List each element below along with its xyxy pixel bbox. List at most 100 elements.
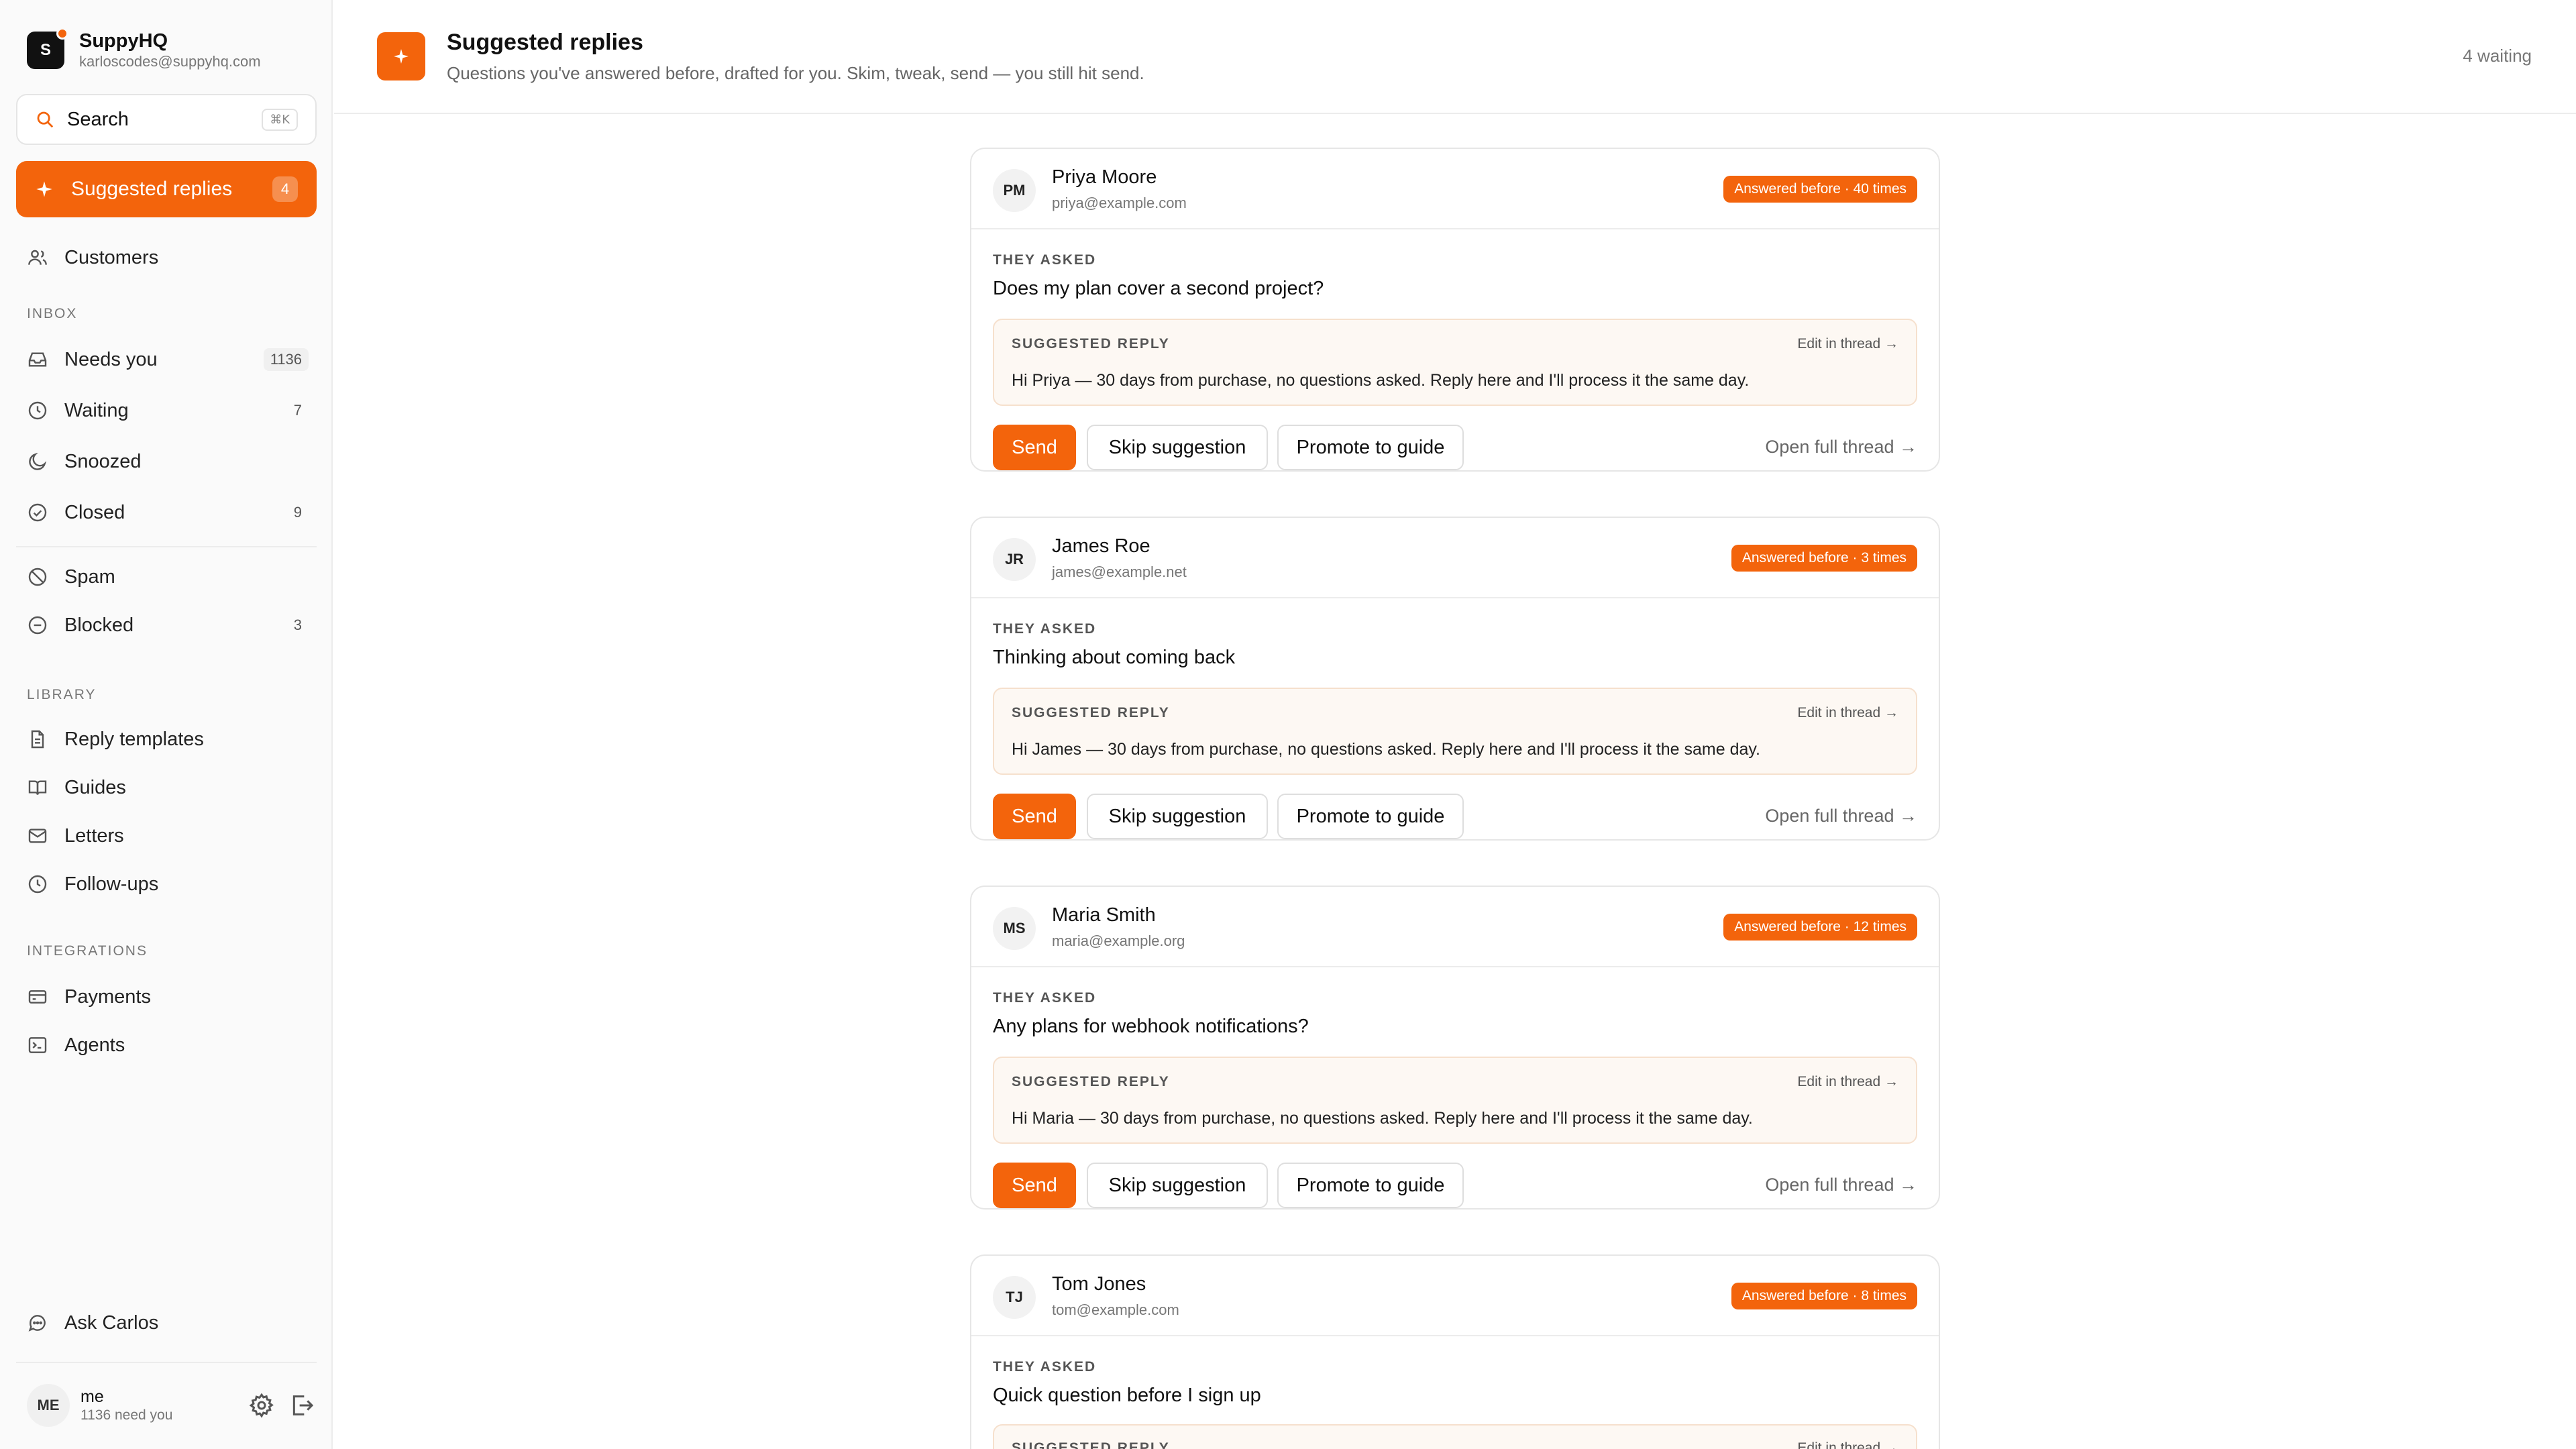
sidebar-item-waiting[interactable]: Waiting 7 xyxy=(27,393,309,428)
question-text: Quick question before I sign up xyxy=(993,1385,1261,1406)
search-shortcut: ⌘K xyxy=(262,108,298,131)
they-asked-label: THEY ASKED xyxy=(993,621,1097,637)
sidebar-item-label: Snoozed xyxy=(64,450,142,472)
skip-suggestion-button[interactable]: Skip suggestion xyxy=(1087,1163,1268,1208)
section-library: LIBRARY xyxy=(27,687,97,702)
customer-name: Maria Smith xyxy=(1052,904,1156,926)
promote-to-guide-button[interactable]: Promote to guide xyxy=(1277,1163,1464,1208)
gear-icon[interactable] xyxy=(248,1392,275,1419)
waiting-count: 4 waiting xyxy=(2463,46,2532,66)
open-full-thread-link[interactable]: Open full thread → xyxy=(1765,437,1917,458)
minus-circle-icon xyxy=(28,616,47,635)
users-icon xyxy=(28,250,47,265)
avatar[interactable]: ME xyxy=(27,1384,70,1427)
page-subtitle: Questions you've answered before, drafte… xyxy=(447,63,1144,83)
sidebar-item-count: 4 xyxy=(272,176,298,202)
section-inbox: INBOX xyxy=(27,306,78,321)
reply-text: Hi James — 30 days from purchase, no que… xyxy=(1012,740,1760,759)
document-icon xyxy=(31,730,44,749)
suggested-reply-box: SUGGESTED REPLY Edit in thread → Hi Priy… xyxy=(993,319,1917,406)
question-text: Any plans for webhook notifications? xyxy=(993,1016,1309,1037)
sidebar-item-customers[interactable]: Customers xyxy=(27,240,309,275)
sidebar-item-letters[interactable]: Letters xyxy=(27,818,309,853)
customer-email: tom@example.com xyxy=(1052,1301,1179,1318)
suggestion-card: MS Maria Smith maria@example.org Answere… xyxy=(970,885,1940,1210)
sidebar-item-label: Closed xyxy=(64,501,125,523)
they-asked-label: THEY ASKED xyxy=(993,1359,1097,1375)
section-integrations: INTEGRATIONS xyxy=(27,943,148,959)
they-asked-label: THEY ASKED xyxy=(993,990,1097,1006)
logout-icon[interactable] xyxy=(288,1392,315,1419)
sparkle-icon xyxy=(36,181,52,197)
suggestion-card: JR James Roe james@example.net Answered … xyxy=(970,517,1940,841)
sidebar-item-reply-templates[interactable]: Reply templates xyxy=(27,722,309,757)
avatar: TJ xyxy=(993,1276,1036,1319)
sparkle-icon xyxy=(394,49,409,64)
send-button[interactable]: Send xyxy=(993,794,1076,839)
promote-to-guide-button[interactable]: Promote to guide xyxy=(1277,794,1464,839)
page-title: Suggested replies xyxy=(447,30,643,55)
sidebar-item-needs-you[interactable]: Needs you 1136 xyxy=(27,342,309,377)
brand[interactable]: S SuppyHQ karloscodes@suppyhq.com xyxy=(27,28,261,71)
sidebar-item-label: Payments xyxy=(64,985,151,1008)
they-asked-label: THEY ASKED xyxy=(993,252,1097,268)
mail-icon xyxy=(28,828,47,843)
brand-name: SuppyHQ xyxy=(79,30,168,52)
skip-suggestion-button[interactable]: Skip suggestion xyxy=(1087,425,1268,470)
sidebar-item-spam[interactable]: Spam xyxy=(27,559,309,594)
customer-name: Tom Jones xyxy=(1052,1273,1146,1295)
customer-email: maria@example.org xyxy=(1052,932,1185,949)
edit-in-thread-link[interactable]: Edit in thread → xyxy=(1797,336,1898,352)
sidebar-item-guides[interactable]: Guides xyxy=(27,770,309,805)
sidebar-item-count: 1136 xyxy=(263,348,309,371)
sidebar-item-suggested-replies[interactable]: Suggested replies 4 xyxy=(16,161,317,217)
suggested-reply-box: SUGGESTED REPLY Edit in thread → Hi Mari… xyxy=(993,1057,1917,1144)
question-text: Thinking about coming back xyxy=(993,647,1236,668)
suggested-reply-label: SUGGESTED REPLY xyxy=(1012,336,1170,352)
sidebar-item-snoozed[interactable]: Snoozed xyxy=(27,444,309,479)
sidebar-item-label: Customers xyxy=(64,246,159,268)
answered-badge: Answered before · 3 times xyxy=(1731,545,1917,572)
sidebar-item-ask-carlos[interactable]: Ask Carlos xyxy=(27,1305,309,1340)
suggested-reply-label: SUGGESTED REPLY xyxy=(1012,705,1170,720)
edit-in-thread-link[interactable]: Edit in thread → xyxy=(1797,705,1898,721)
send-button[interactable]: Send xyxy=(993,425,1076,470)
question-text: Does my plan cover a second project? xyxy=(993,278,1324,299)
open-full-thread-link[interactable]: Open full thread → xyxy=(1765,806,1917,826)
send-button[interactable]: Send xyxy=(993,1163,1076,1208)
promote-to-guide-button[interactable]: Promote to guide xyxy=(1277,425,1464,470)
book-icon xyxy=(28,780,47,795)
search-button[interactable]: Search ⌘K xyxy=(16,94,317,145)
sidebar-item-blocked[interactable]: Blocked 3 xyxy=(27,608,309,643)
sidebar-item-count: 3 xyxy=(293,616,302,633)
edit-in-thread-link[interactable]: Edit in thread → xyxy=(1797,1074,1898,1090)
suggestion-card: PM Priya Moore priya@example.com Answere… xyxy=(970,148,1940,472)
sidebar-item-closed[interactable]: Closed 9 xyxy=(27,495,309,530)
answered-badge: Answered before · 40 times xyxy=(1723,176,1917,203)
answered-badge: Answered before · 12 times xyxy=(1723,914,1917,941)
brand-email: karloscodes@suppyhq.com xyxy=(79,53,261,70)
sidebar-item-label: Guides xyxy=(64,776,126,798)
edit-in-thread-link[interactable]: Edit in thread → xyxy=(1797,1440,1898,1449)
sidebar-item-agents[interactable]: Agents xyxy=(27,1028,309,1063)
sidebar-item-payments[interactable]: Payments xyxy=(27,979,309,1014)
reply-text: Hi Maria — 30 days from purchase, no que… xyxy=(1012,1109,1753,1128)
sidebar-item-label: Spam xyxy=(64,566,115,588)
search-label: Search xyxy=(67,108,129,130)
suggested-reply-label: SUGGESTED REPLY xyxy=(1012,1074,1170,1089)
sidebar-item-label: Waiting xyxy=(64,399,129,421)
suggested-reply-label: SUGGESTED REPLY xyxy=(1012,1440,1170,1449)
sidebar-item-follow-ups[interactable]: Follow-ups xyxy=(27,867,309,902)
open-full-thread-link[interactable]: Open full thread → xyxy=(1765,1175,1917,1195)
clock-icon xyxy=(28,401,47,420)
sidebar-divider xyxy=(16,546,317,547)
inbox-icon xyxy=(28,352,47,367)
skip-suggestion-button[interactable]: Skip suggestion xyxy=(1087,794,1268,839)
search-icon xyxy=(37,111,54,128)
brand-logo-letter: S xyxy=(40,41,51,59)
suggested-reply-box: SUGGESTED REPLY Edit in thread → Hi Jame… xyxy=(993,688,1917,775)
sidebar-divider xyxy=(16,1362,317,1363)
sidebar-item-count: 7 xyxy=(293,402,302,419)
user-status: 1136 need you xyxy=(80,1407,173,1423)
user-profile: ME me 1136 need you xyxy=(27,1382,315,1429)
